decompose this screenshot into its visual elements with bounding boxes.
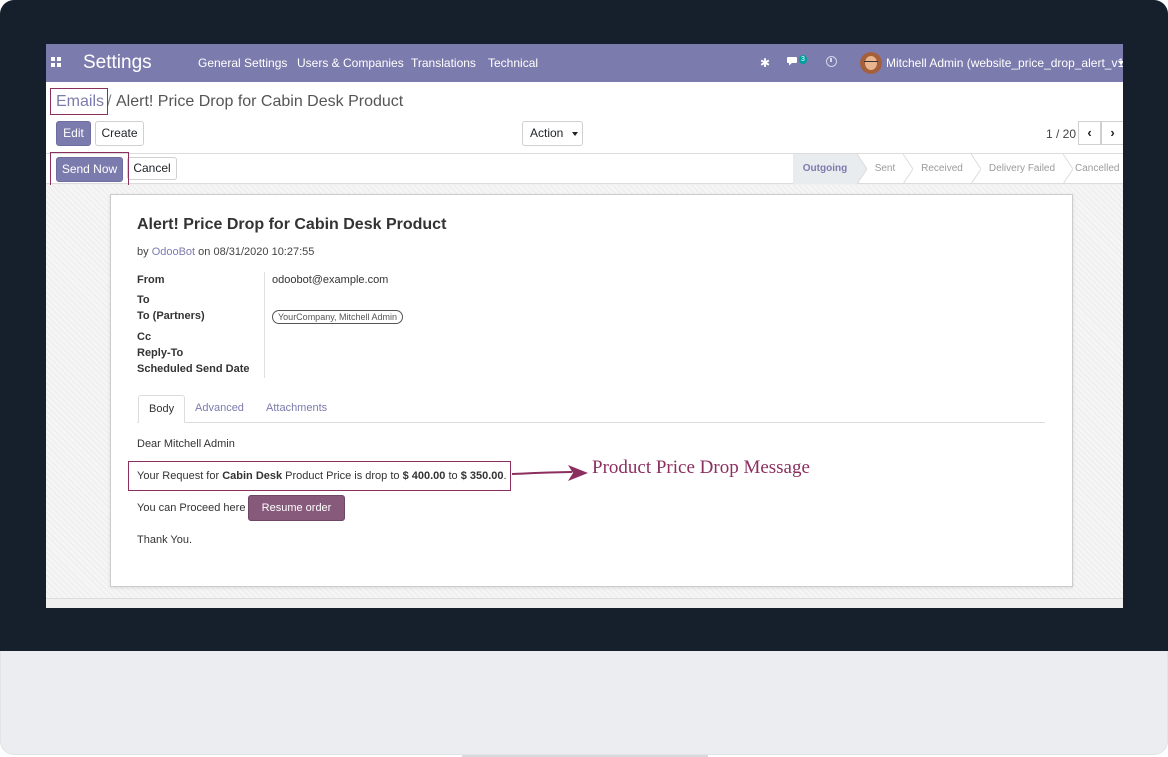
action-label: Action xyxy=(530,126,564,140)
pager-next-button[interactable]: › xyxy=(1101,121,1123,145)
menu-users-companies[interactable]: Users & Companies xyxy=(297,56,404,70)
to-partners-label: To (Partners) xyxy=(137,310,205,322)
arrow-icon xyxy=(512,465,588,481)
from-label: From xyxy=(137,274,165,286)
stage-received[interactable]: Received xyxy=(913,154,971,184)
reply-to-label: Reply-To xyxy=(137,347,184,359)
activity-clock-icon[interactable] xyxy=(826,56,837,67)
body-thanks: Thank You. xyxy=(137,534,193,546)
chat-icon[interactable] xyxy=(787,55,799,67)
create-button[interactable]: Create xyxy=(95,121,144,146)
monitor-frame: Settings General Settings Users & Compan… xyxy=(0,0,1168,757)
menu-general-settings[interactable]: General Settings xyxy=(198,56,287,70)
tab-attachments[interactable]: Attachments xyxy=(256,395,337,423)
scheduled-date-label: Scheduled Send Date xyxy=(137,363,250,375)
user-menu[interactable]: Mitchell Admin (website_price_drop_alert… xyxy=(886,56,1123,70)
caret-down-icon xyxy=(571,131,578,136)
breadcrumb-current: Alert! Price Drop for Cabin Desk Product xyxy=(116,93,404,110)
divider xyxy=(46,598,1123,599)
from-value: odoobot@example.com xyxy=(272,274,389,286)
user-avatar[interactable] xyxy=(860,52,882,74)
resume-order-button[interactable]: Resume order xyxy=(248,495,345,521)
action-dropdown[interactable]: Action xyxy=(522,121,583,146)
top-navbar: Settings General Settings Users & Compan… xyxy=(46,44,1123,82)
byline-prefix: by xyxy=(137,246,149,258)
highlight-send-now xyxy=(50,152,129,189)
menu-technical[interactable]: Technical xyxy=(488,56,538,70)
monitor-chin xyxy=(0,651,1168,755)
chat-count-badge: 3 xyxy=(799,55,807,64)
stage-outgoing[interactable]: Outgoing xyxy=(793,154,857,184)
stage-separator xyxy=(857,154,867,184)
app-title[interactable]: Settings xyxy=(83,52,152,74)
highlight-price-message xyxy=(128,461,511,491)
caret-down-icon[interactable] xyxy=(1118,61,1123,65)
stage-delivery-failed[interactable]: Delivery Failed xyxy=(981,154,1063,184)
tab-body[interactable]: Body xyxy=(138,395,186,423)
proceed-text: You can Proceed here xyxy=(137,502,246,514)
edit-button[interactable]: Edit xyxy=(56,121,91,146)
email-byline: by OdooBot on 08/31/2020 10:27:55 xyxy=(137,246,314,258)
email-date: on 08/31/2020 10:27:55 xyxy=(198,246,315,258)
partner-tag[interactable]: YourCompany, Mitchell Admin xyxy=(272,310,404,324)
email-subject: Alert! Price Drop for Cabin Desk Product xyxy=(137,216,447,233)
tab-advanced[interactable]: Advanced xyxy=(185,395,254,423)
stage-separator xyxy=(971,154,981,184)
menu-translations[interactable]: Translations xyxy=(411,56,476,70)
annotation-label: Product Price Drop Message xyxy=(592,457,810,478)
app-screen: Settings General Settings Users & Compan… xyxy=(46,44,1123,608)
stage-cancelled[interactable]: Cancelled xyxy=(1075,154,1123,184)
stage-sent[interactable]: Sent xyxy=(867,154,903,184)
body-greeting: Dear Mitchell Admin xyxy=(137,438,235,450)
to-label: To xyxy=(137,294,150,306)
author-link[interactable]: OdooBot xyxy=(152,246,195,258)
cancel-button[interactable]: Cancel xyxy=(127,157,177,180)
cc-label: Cc xyxy=(137,331,152,343)
bug-icon[interactable]: ✱ xyxy=(760,56,770,70)
highlight-emails xyxy=(50,88,108,115)
pager-previous-button[interactable]: ‹ xyxy=(1078,121,1101,145)
field-divider xyxy=(264,272,265,378)
pager-value: 1 / 20 xyxy=(1046,127,1077,141)
stage-separator xyxy=(903,154,913,184)
apps-menu-icon[interactable] xyxy=(51,57,62,68)
stage-separator xyxy=(1063,154,1073,184)
